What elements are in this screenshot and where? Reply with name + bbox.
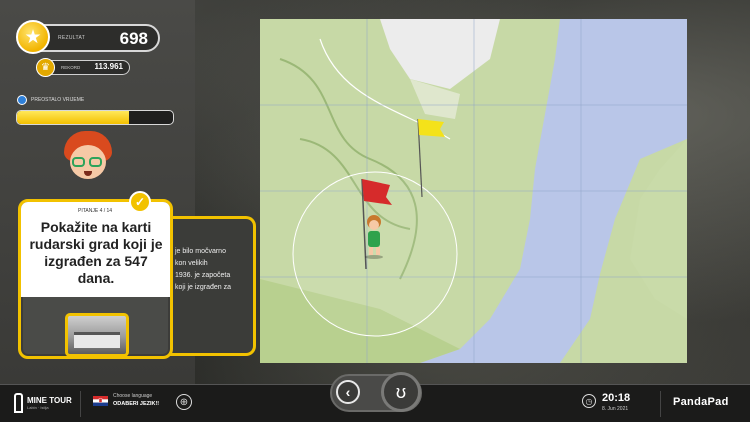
- panda-menu-button[interactable]: ʊ: [381, 372, 421, 412]
- back-button[interactable]: ‹: [336, 380, 360, 404]
- record-label: REKORD: [61, 65, 81, 70]
- language-value[interactable]: ODABERI JEZIK!!: [113, 401, 159, 407]
- brand-logo: PandaPad: [673, 396, 729, 408]
- question-text: Pokažite na karti rudarski grad koji je …: [29, 219, 163, 286]
- photo-thumbnail[interactable]: [65, 313, 129, 357]
- croatian-flag-icon[interactable]: [93, 396, 108, 406]
- mine-tour-logo: MINE TOUR Labin · Istija: [14, 393, 72, 413]
- record-value: 113.961: [94, 62, 123, 71]
- hint-text: je bilo močvarno kon velikih 1936. je za…: [175, 248, 232, 291]
- score-label: REZULTAT: [58, 35, 86, 41]
- map-view[interactable]: [260, 19, 687, 363]
- time-remaining-fill: [17, 111, 130, 124]
- question-counter: PITANJE 4 / 14: [78, 208, 113, 214]
- clock-date: 8. Jun 2021: [602, 406, 629, 412]
- star-icon: ★: [16, 20, 50, 54]
- score-value: 698: [119, 29, 148, 48]
- topographic-map: [260, 19, 687, 363]
- time-remaining-bar: [16, 110, 174, 125]
- time-remaining-label: PREOSTALO VRIJEME: [31, 97, 85, 103]
- glasses: [72, 157, 104, 167]
- mine-icon: [14, 393, 23, 413]
- check-icon[interactable]: ✓: [129, 191, 151, 213]
- trophy-icon: ♛: [36, 58, 55, 77]
- question-card: PITANJE 4 / 14 Pokažite na karti rudarsk…: [18, 199, 173, 359]
- question-box: PITANJE 4 / 14 Pokažite na karti rudarsk…: [21, 202, 170, 297]
- logo-subtitle: Labin · Istija: [27, 405, 49, 410]
- character-avatar: [62, 131, 114, 187]
- clock-icon: [17, 95, 27, 105]
- language-label[interactable]: Choose language: [113, 393, 152, 399]
- clock-time: 20:18: [602, 392, 631, 404]
- globe-icon[interactable]: ⊕: [176, 394, 192, 410]
- logo-title: MINE TOUR: [27, 396, 72, 405]
- clock-icon: ◷: [582, 394, 596, 408]
- hint-card: je bilo močvarno kon velikih 1936. je za…: [170, 216, 256, 356]
